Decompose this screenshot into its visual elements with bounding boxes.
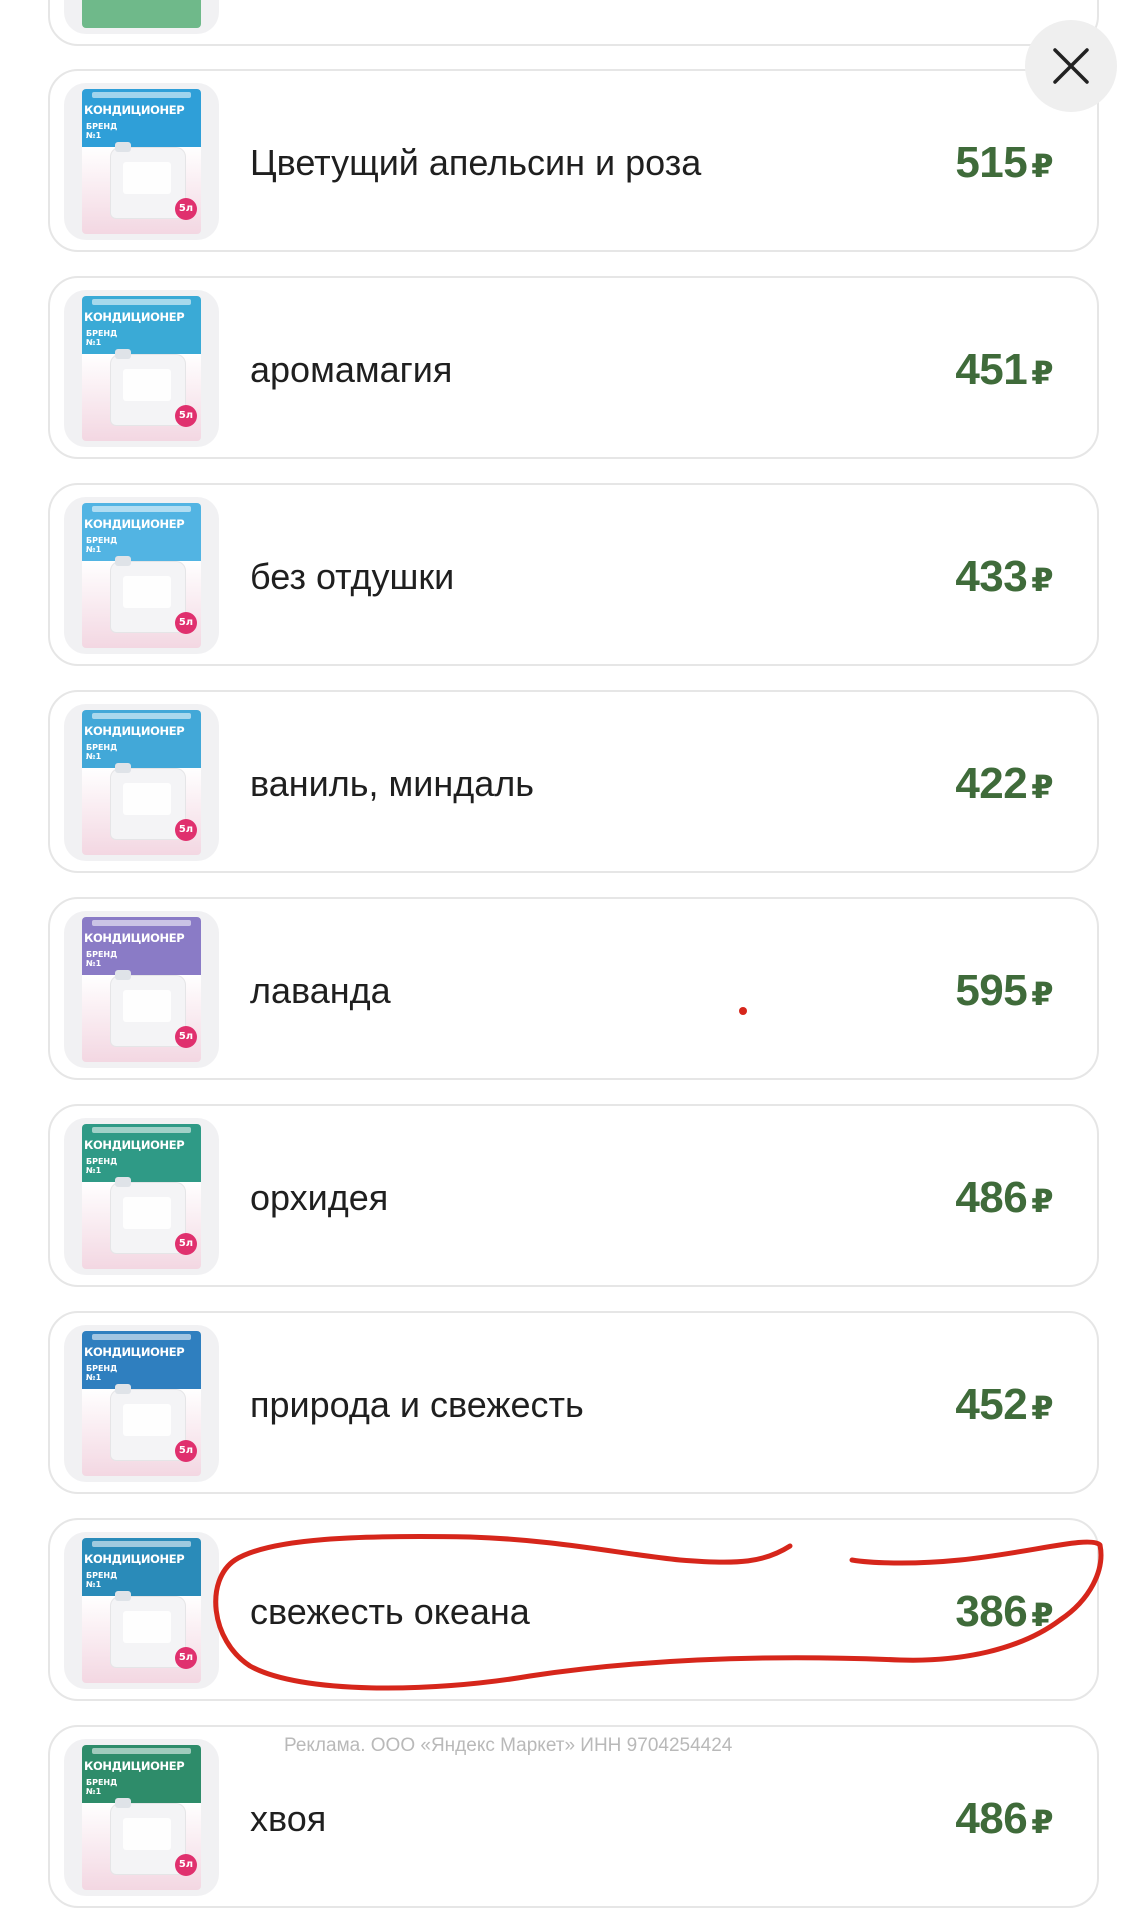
brand-badge: БРЕНД №1: [86, 536, 118, 554]
variant-price: 486 ₽: [955, 1727, 1053, 1910]
product-package-image: КОНДИЦИОНЕР БРЕНД №1 5л: [82, 1331, 201, 1476]
price-value: 595: [955, 966, 1028, 1015]
variant-price: 386 ₽: [955, 1520, 1053, 1703]
package-label: КОНДИЦИОНЕР: [84, 1345, 185, 1359]
price-value: 515: [955, 138, 1028, 187]
price-value: 486: [955, 1173, 1028, 1222]
package-label: КОНДИЦИОНЕР: [84, 1759, 185, 1773]
brand-badge: БРЕНД №1: [86, 950, 118, 968]
variant-card[interactable]: КОНДИЦИОНЕР БРЕНД №1 5л свежесть океана 386 ₽: [48, 1518, 1099, 1701]
variant-card[interactable]: [48, 0, 1099, 46]
variant-price: 433 ₽: [955, 485, 1053, 668]
currency-sign: ₽: [1031, 1597, 1053, 1633]
price-value: 386: [955, 1587, 1028, 1636]
product-package-image: КОНДИЦИОНЕР БРЕНД №1 5л: [82, 1124, 201, 1269]
product-package-image: КОНДИЦИОНЕР БРЕНД №1 5л: [82, 917, 201, 1062]
price-value: 452: [955, 1380, 1028, 1429]
package-label: КОНДИЦИОНЕР: [84, 103, 185, 117]
brand-badge: БРЕНД №1: [86, 329, 118, 347]
currency-sign: ₽: [1031, 769, 1053, 805]
product-package-image: КОНДИЦИОНЕР БРЕНД №1 5л: [82, 1745, 201, 1890]
currency-sign: ₽: [1031, 1804, 1053, 1840]
product-thumbnail: КОНДИЦИОНЕР БРЕНД №1 5л: [64, 911, 219, 1068]
price-value: 422: [955, 759, 1028, 808]
variant-card[interactable]: КОНДИЦИОНЕР БРЕНД №1 5л орхидея 486 ₽: [48, 1104, 1099, 1287]
product-package-image: КОНДИЦИОНЕР БРЕНД №1 5л: [82, 89, 201, 234]
variant-price: 595 ₽: [955, 899, 1053, 1082]
product-thumbnail: КОНДИЦИОНЕР БРЕНД №1 5л: [64, 1325, 219, 1482]
product-thumbnail: КОНДИЦИОНЕР БРЕНД №1 5л: [64, 704, 219, 861]
variant-card[interactable]: КОНДИЦИОНЕР БРЕНД №1 5л аромамагия 451 ₽: [48, 276, 1099, 459]
product-thumbnail: КОНДИЦИОНЕР БРЕНД №1 5л: [64, 290, 219, 447]
close-button[interactable]: [1025, 20, 1117, 112]
volume-badge: 5л: [175, 198, 197, 220]
currency-sign: ₽: [1031, 355, 1053, 391]
variant-name: природа и свежесть: [250, 1384, 584, 1425]
variant-name: орхидея: [250, 1177, 389, 1218]
product-package-image: КОНДИЦИОНЕР БРЕНД №1 5л: [82, 296, 201, 441]
currency-sign: ₽: [1031, 1183, 1053, 1219]
package-label: КОНДИЦИОНЕР: [84, 724, 185, 738]
variant-card[interactable]: КОНДИЦИОНЕР БРЕНД №1 5л лаванда 595 ₽: [48, 897, 1099, 1080]
price-value: 433: [955, 552, 1028, 601]
volume-badge: 5л: [175, 819, 197, 841]
volume-badge: 5л: [175, 1647, 197, 1669]
variant-card[interactable]: КОНДИЦИОНЕР БРЕНД №1 5л природа и свежесть 45…: [48, 1311, 1099, 1494]
brand-badge: БРЕНД №1: [86, 1571, 118, 1589]
product-thumbnail: [64, 0, 219, 34]
volume-badge: 5л: [175, 1854, 197, 1876]
variant-price: 451 ₽: [955, 278, 1053, 461]
brand-badge: БРЕНД №1: [86, 1364, 118, 1382]
package-label: КОНДИЦИОНЕР: [84, 931, 185, 945]
brand-badge: БРЕНД №1: [86, 743, 118, 761]
currency-sign: ₽: [1031, 976, 1053, 1012]
brand-badge: БРЕНД №1: [86, 1778, 118, 1796]
product-package-image: КОНДИЦИОНЕР БРЕНД №1 5л: [82, 1538, 201, 1683]
price-value: 486: [955, 1794, 1028, 1843]
package-label: КОНДИЦИОНЕР: [84, 517, 185, 531]
variant-name: аромамагия: [250, 349, 453, 390]
variant-card[interactable]: КОНДИЦИОНЕР БРЕНД №1 5л Цветущий апельсин и …: [48, 69, 1099, 252]
variant-sheet: КОНДИЦИОНЕР БРЕНД №1 5л Цветущий апельсин и …: [0, 0, 1148, 1920]
volume-badge: 5л: [175, 405, 197, 427]
red-dot-mark: [739, 1007, 747, 1015]
brand-badge: БРЕНД №1: [86, 1157, 118, 1175]
variant-name: свежесть океана: [250, 1591, 530, 1632]
currency-sign: ₽: [1031, 562, 1053, 598]
variant-name: лаванда: [250, 970, 391, 1011]
product-thumbnail: КОНДИЦИОНЕР БРЕНД №1 5л: [64, 1739, 219, 1896]
variant-name: без отдушки: [250, 556, 455, 597]
volume-badge: 5л: [175, 1233, 197, 1255]
package-label: КОНДИЦИОНЕР: [84, 310, 185, 324]
variant-price: 486 ₽: [955, 1106, 1053, 1289]
volume-badge: 5л: [175, 1026, 197, 1048]
variant-name: ваниль, миндаль: [250, 763, 535, 804]
product-thumbnail: КОНДИЦИОНЕР БРЕНД №1 5л: [64, 1118, 219, 1275]
product-thumbnail: КОНДИЦИОНЕР БРЕНД №1 5л: [64, 83, 219, 240]
ad-disclaimer: Реклама. ООО «Яндекс Маркет» ИНН 9704254…: [284, 1735, 733, 1756]
volume-badge: 5л: [175, 1440, 197, 1462]
product-package-image: КОНДИЦИОНЕР БРЕНД №1 5л: [82, 503, 201, 648]
currency-sign: ₽: [1031, 148, 1053, 184]
close-icon: [1053, 48, 1089, 84]
price-value: 451: [955, 345, 1028, 394]
brand-badge: БРЕНД №1: [86, 122, 118, 140]
product-package-image: КОНДИЦИОНЕР БРЕНД №1 5л: [82, 710, 201, 855]
variant-card[interactable]: КОНДИЦИОНЕР БРЕНД №1 5л без отдушки 433 ₽: [48, 483, 1099, 666]
variant-card[interactable]: КОНДИЦИОНЕР БРЕНД №1 5л ваниль, миндаль 422 ₽: [48, 690, 1099, 873]
package-label: КОНДИЦИОНЕР: [84, 1138, 185, 1152]
volume-badge: 5л: [175, 612, 197, 634]
product-thumbnail: КОНДИЦИОНЕР БРЕНД №1 5л: [64, 497, 219, 654]
product-thumbnail: КОНДИЦИОНЕР БРЕНД №1 5л: [64, 1532, 219, 1689]
package-label: КОНДИЦИОНЕР: [84, 1552, 185, 1566]
variant-price: 452 ₽: [955, 1313, 1053, 1496]
variant-price: 422 ₽: [955, 692, 1053, 875]
currency-sign: ₽: [1031, 1390, 1053, 1426]
variant-name: Цветущий апельсин и роза: [250, 142, 702, 183]
